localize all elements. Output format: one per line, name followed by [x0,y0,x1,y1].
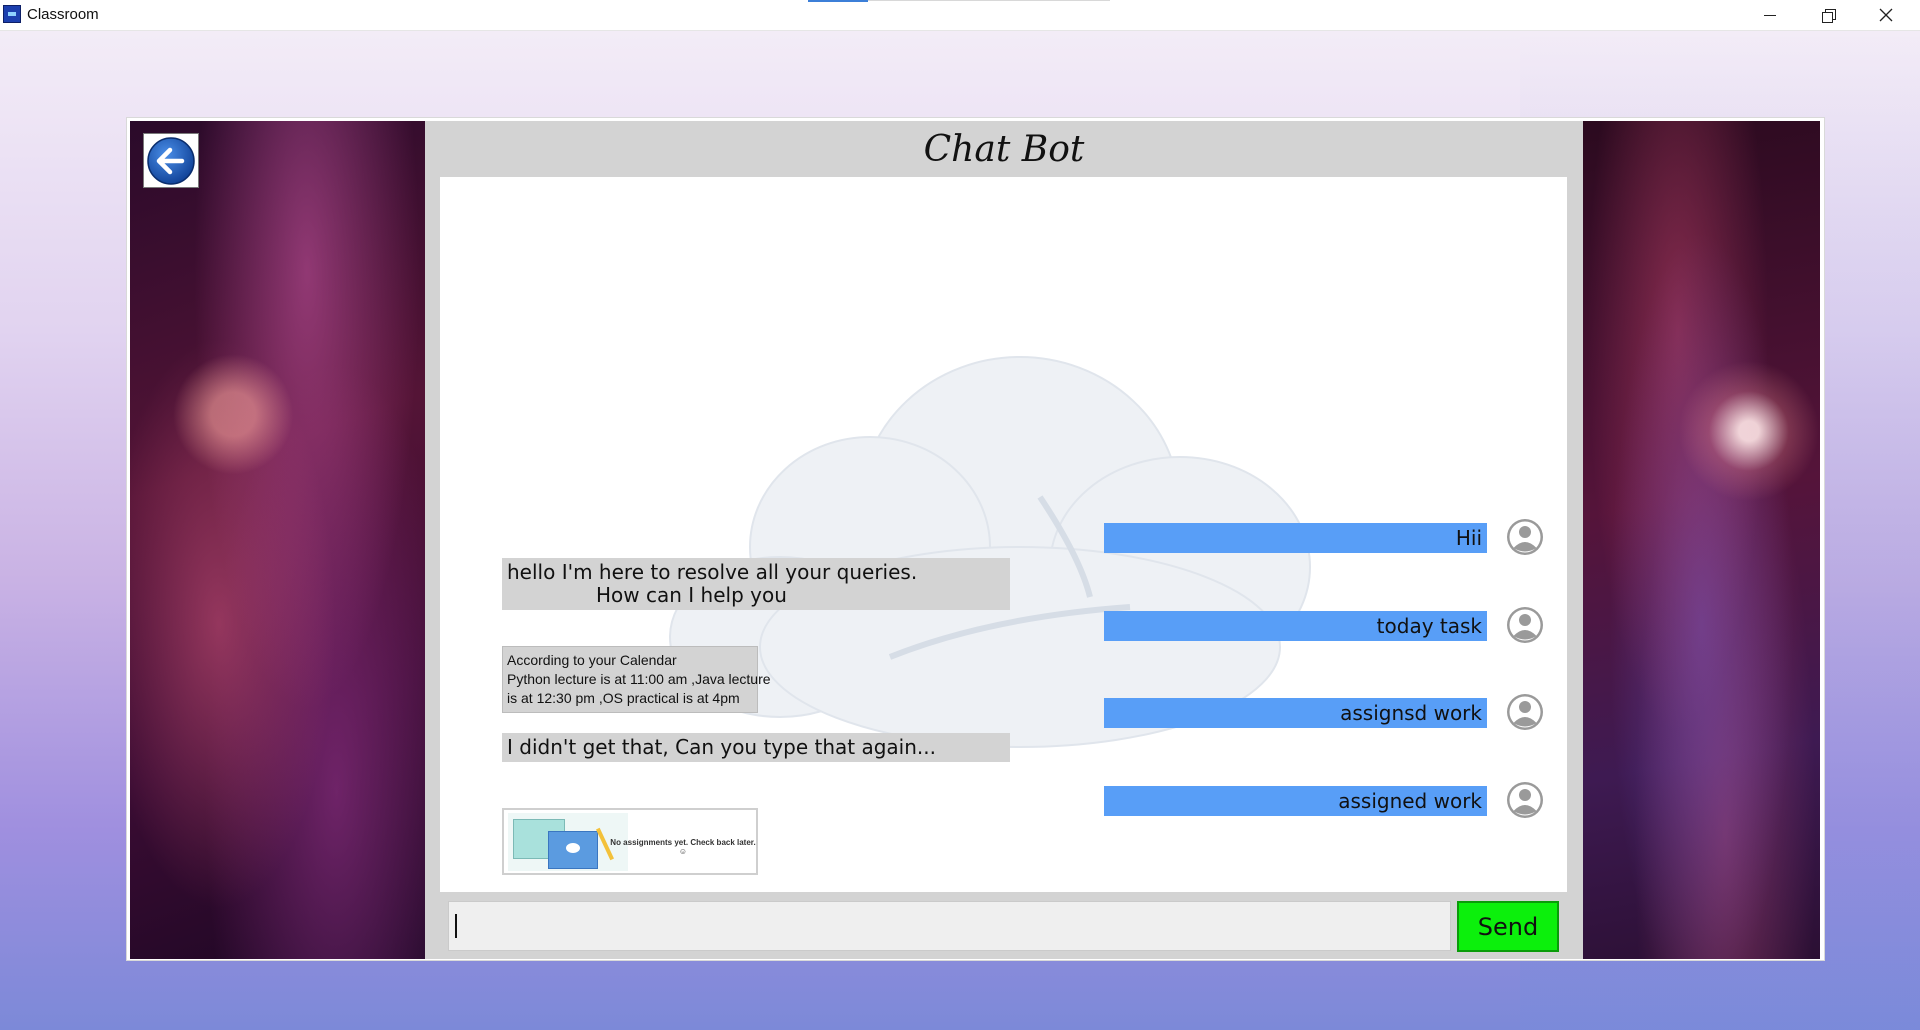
send-button[interactable]: Send [1457,901,1559,952]
window-title: Classroom [27,6,99,23]
bot-message: I didn't get that, Can you type that aga… [502,733,1010,762]
restore-icon [1821,8,1836,23]
user-avatar-icon [1507,607,1543,643]
bot-message: hello I'm here to resolve all your queri… [502,558,1010,610]
user-message: Hii [1104,523,1487,553]
titlebar-accent [808,0,868,2]
page-title: Chat Bot [923,129,1085,170]
user-message: assigned work [1104,786,1487,816]
user-message: assignsd work [1104,698,1487,728]
user-message-row: assignsd work [1104,692,1564,730]
user-avatar-icon [1507,782,1543,818]
image-caption: No assignments yet. Check back later. ☺ [610,838,756,856]
user-message-row: assigned work [1104,780,1564,818]
window-titlebar: Classroom [0,0,1920,31]
app-window: Chat Bot hello I'm here to resolve all y… [126,117,1825,961]
arrow-left-icon [147,136,195,185]
titlebar-divider [868,0,1110,1]
user-avatar-icon [1507,694,1543,730]
user-avatar-icon [1507,519,1543,555]
message-input[interactable] [448,901,1451,951]
user-message: today task [1104,611,1487,641]
restore-button[interactable] [1800,0,1856,30]
minimize-button[interactable] [1742,0,1798,30]
user-message-row: today task [1104,605,1564,643]
minimize-icon [1764,14,1776,16]
left-decorative-panel [130,121,425,959]
chat-messages-area[interactable]: hello I'm here to resolve all your queri… [440,177,1567,892]
text-caret [455,914,457,938]
app-icon [3,5,21,23]
bot-message-image-text: According to your Calendar Python lectur… [502,646,771,713]
back-button[interactable] [143,133,199,188]
close-icon [1879,8,1893,22]
close-button[interactable] [1858,0,1914,30]
user-message-row: Hii [1104,517,1564,555]
chatbot-panel: Chat Bot hello I'm here to resolve all y… [425,121,1583,959]
right-decorative-panel [1583,121,1820,959]
bot-message-image: No assignments yet. Check back later. ☺ [502,808,758,875]
